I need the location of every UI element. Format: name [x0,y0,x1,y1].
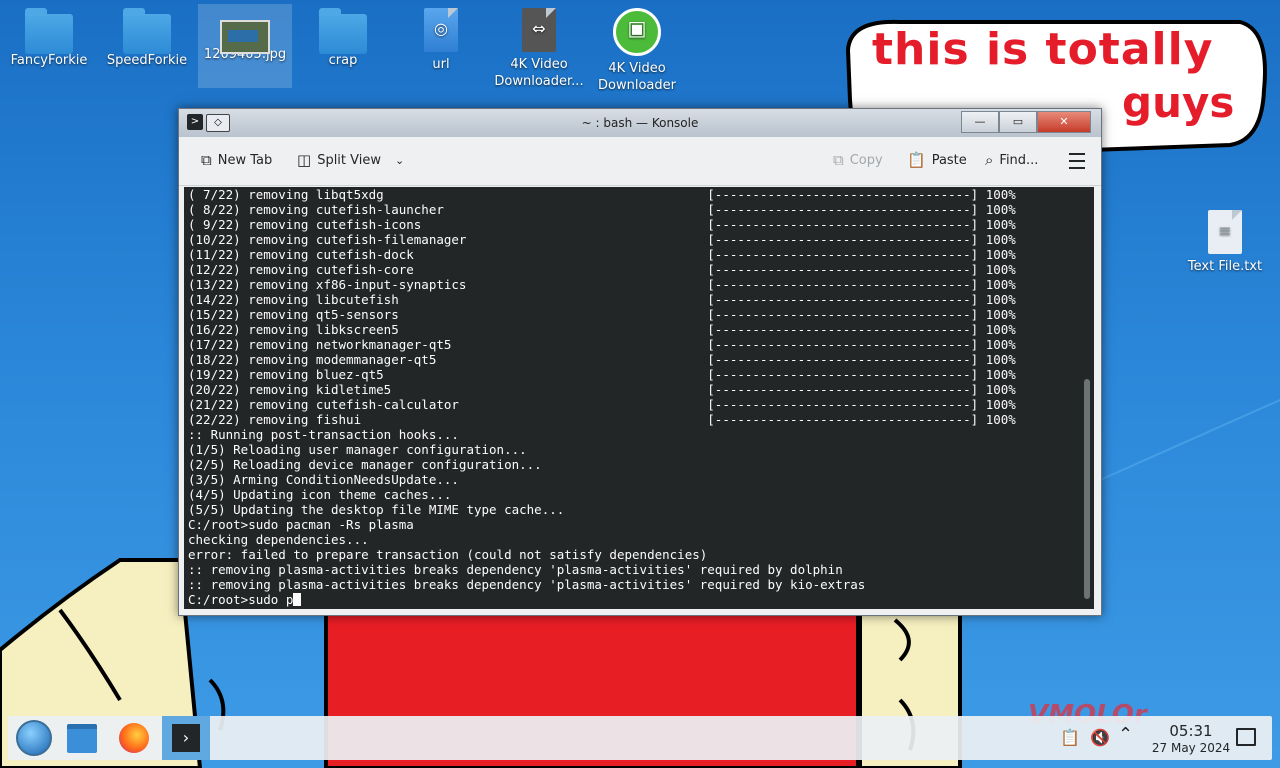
desktop-icon-url[interactable]: ◎ url [394,8,488,73]
window-titlebar[interactable]: > ◇ ~ : bash — Konsole — ▭ ✕ [179,109,1101,137]
minimize-button[interactable]: — [961,111,999,133]
desktop-icon-text-file[interactable]: ≡ Text File.txt [1178,210,1272,275]
new-tab-button[interactable]: ⧉ New Tab [201,151,272,169]
new-tab-icon: ⧉ [201,151,212,169]
terminal-line: (20/22) removing kidletime5 [-----------… [188,382,1016,397]
terminal-line: (1/5) Reloading user manager configurati… [188,442,527,457]
folder-icon [123,8,171,54]
taskbar-konsole[interactable]: › [162,716,210,760]
desktop-icon-label: 4K Video Downloader... [494,57,584,89]
terminal-line: :: removing plasma-activities breaks dep… [188,577,866,592]
taskbar-firefox[interactable] [114,720,154,756]
find-label: Find... [999,152,1039,168]
chevron-up-icon[interactable]: ⌃ [1118,724,1133,745]
terminal-line: (11/22) removing cutefish-dock [--------… [188,247,1016,262]
desktop-icon-fancyforkie[interactable]: FancyForkie [2,8,96,69]
desktop-icon-speedforkie[interactable]: SpeedForkie [100,8,194,69]
volume-muted-icon[interactable]: 🔇 [1090,728,1110,747]
konsole-window: > ◇ ~ : bash — Konsole — ▭ ✕ ⧉ New Tab ◫… [178,108,1102,616]
folder-icon [25,8,73,54]
prompt-text: C:/root>sudo p [188,592,294,607]
clipboard-icon[interactable]: 📋 [1060,728,1080,747]
desktop-file-icon: ⇔ [522,8,556,52]
desktop-icon-image[interactable]: 1209405.jpg [198,4,292,88]
paste-button[interactable]: 📋 Paste [907,151,967,169]
terminal-line: (10/22) removing cutefish-filemanager [-… [188,232,1016,247]
terminal-area[interactable]: ( 7/22) removing libqt5xdg [------------… [184,187,1094,609]
desktop-icon-label: SpeedForkie [106,53,188,68]
image-file-icon [220,20,270,54]
terminal-line: :: removing plasma-activities breaks dep… [188,562,843,577]
taskbar-file-manager[interactable] [62,720,102,756]
close-button[interactable]: ✕ [1037,111,1091,133]
desktop-icon-4k-downloader[interactable]: ▣ 4K Video Downloader [590,8,684,94]
desktop-icon-label: url [432,57,450,72]
terminal-line: C:/root>sudo pacman -Rs plasma [188,517,414,532]
desktop-icon-label: FancyForkie [10,53,88,68]
clock-date: 27 May 2024 [1151,741,1231,755]
text-file-icon: ≡ [1208,210,1242,254]
split-view-label: Split View [317,152,381,168]
speech-bubble-text-2: guys [1122,78,1235,127]
terminal-line: (3/5) Arming ConditionNeedsUpdate... [188,472,459,487]
terminal-line: (19/22) removing bluez-qt5 [------------… [188,367,1016,382]
firefox-icon [119,723,149,753]
chevron-down-icon: ⌄ [395,153,405,167]
application-launcher-button[interactable] [14,720,54,756]
terminal-line: ( 8/22) removing cutefish-launcher [----… [188,202,1016,217]
terminal-scrollbar[interactable] [1084,379,1090,599]
start-menu-icon [16,720,52,756]
terminal-prompt-line: C:/root>sudo p [188,592,1078,607]
terminal-line: (4/5) Updating icon theme caches... [188,487,452,502]
hamburger-menu-icon[interactable] [1069,153,1085,169]
copy-button[interactable]: ⧉ Copy [833,151,883,169]
terminal-line: error: failed to prepare transaction (co… [188,547,708,562]
terminal-line: (14/22) removing libcutefish [----------… [188,292,1016,307]
desktop-icon-label: 4K Video Downloader [598,61,676,93]
konsole-icon: › [172,724,200,752]
terminal-line: :: Running post-transaction hooks... [188,427,459,442]
desktop-icon-label: crap [328,53,358,68]
split-view-icon: ◫ [297,151,312,169]
split-view-button[interactable]: ◫ Split View ⌄ [297,151,404,169]
terminal-cursor [293,593,302,606]
folder-icon [319,8,367,54]
show-desktop-icon[interactable] [1236,728,1256,746]
paste-icon: 📋 [907,151,926,169]
new-tab-label: New Tab [217,152,273,168]
file-manager-icon [67,723,97,753]
digital-clock[interactable]: 05:31 27 May 2024 [1148,722,1234,756]
terminal-line: (2/5) Reloading device manager configura… [188,457,542,472]
terminal-line: (16/22) removing libkscreen5 [----------… [188,322,1016,337]
url-file-icon: ◎ [424,8,458,52]
terminal-line: (12/22) removing cutefish-core [--------… [188,262,1016,277]
copy-label: Copy [849,152,883,168]
search-icon: ⌕ [985,151,994,169]
taskbar: › 📋 🔇 ⌃ 05:31 27 May 2024 [8,716,1272,760]
clock-time: 05:31 [1169,722,1213,740]
find-button[interactable]: ⌕ Find... [985,151,1038,169]
terminal-line: (22/22) removing fishui [---------------… [188,412,1016,427]
terminal-line: checking dependencies... [188,532,369,547]
paste-label: Paste [931,152,967,168]
desktop-icon-label: Text File.txt [1187,259,1263,274]
desktop-icon-4k-downloader-file[interactable]: ⇔ 4K Video Downloader... [492,8,586,90]
4k-video-downloader-icon: ▣ [613,8,661,56]
terminal-line: (15/22) removing qt5-sensors [----------… [188,307,1016,322]
konsole-toolbar: ⧉ New Tab ◫ Split View ⌄ ⧉ Copy 📋 Paste … [179,137,1101,186]
terminal-line: ( 9/22) removing cutefish-icons [-------… [188,217,1016,232]
terminal-line: (18/22) removing modemmanager-qt5 [-----… [188,352,1016,367]
desktop-icon-crap[interactable]: crap [296,8,390,69]
terminal-line: (5/5) Updating the desktop file MIME typ… [188,502,565,517]
speech-bubble-text: this is totally [872,24,1214,75]
terminal-line: (21/22) removing cutefish-calculator [--… [188,397,1016,412]
terminal-output: ( 7/22) removing libqt5xdg [------------… [188,187,1078,607]
terminal-line: (17/22) removing networkmanager-qt5 [---… [188,337,1016,352]
copy-icon: ⧉ [833,151,844,169]
terminal-line: ( 7/22) removing libqt5xdg [------------… [188,187,1016,202]
maximize-button[interactable]: ▭ [999,111,1037,133]
terminal-line: (13/22) removing xf86-input-synaptics [-… [188,277,1016,292]
